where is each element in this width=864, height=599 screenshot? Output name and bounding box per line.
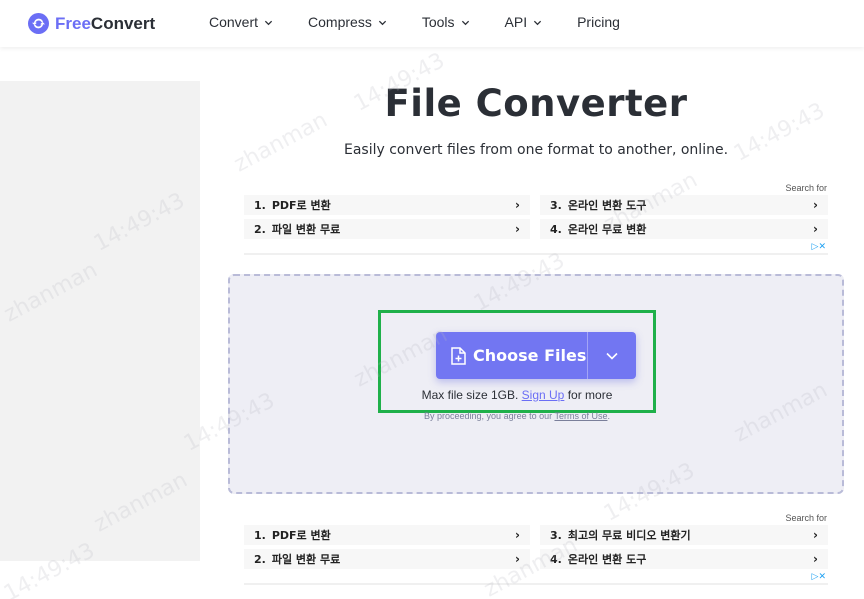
nav-convert-label: Convert [209, 14, 259, 30]
ad-link-num: 2. [254, 222, 266, 236]
ad-link[interactable]: 1. PDF로 변환 › [244, 195, 530, 216]
adchoices-icon[interactable]: ▷✕ [812, 242, 826, 252]
search-ad-top: Search for 1. PDF로 변환 › 2. 파일 변환 무료 › 3. 온라인 … [244, 183, 828, 257]
chevron-down-icon [264, 20, 273, 25]
chevron-right-icon: › [515, 198, 520, 212]
ad-link-num: 2. [254, 552, 266, 566]
max-size-suffix: for more [567, 388, 613, 402]
page-title: File Converter [384, 82, 688, 125]
logo-free: Free [55, 13, 91, 33]
ad-link-num: 3. [550, 528, 562, 542]
ad-divider [244, 253, 828, 255]
logo-icon [28, 13, 49, 34]
chevron-down-icon [606, 352, 618, 360]
ad-link[interactable]: 4. 온라인 변환 도구 › [540, 549, 828, 570]
nav-tools-label: Tools [421, 14, 455, 30]
ad-link-num: 1. [254, 528, 266, 542]
ad-link[interactable]: 3. 최고의 무료 비디오 변환기 › [540, 525, 828, 546]
ad-link-num: 1. [254, 198, 266, 212]
terms-suffix: . [607, 411, 610, 421]
ad-link-label: 온라인 변환 도구 [567, 553, 647, 566]
chevron-right-icon: › [515, 528, 520, 542]
sign-up-link[interactable]: Sign Up [522, 388, 565, 402]
chevron-right-icon: › [515, 552, 520, 566]
ad-link-label: 최고의 무료 비디오 변환기 [567, 529, 691, 542]
ad-link-label: 온라인 변환 도구 [567, 199, 647, 212]
ad-link[interactable]: 1. PDF로 변환 › [244, 525, 530, 546]
nav-api[interactable]: API [505, 14, 543, 30]
nav-convert[interactable]: Convert [209, 14, 273, 30]
ad-link-num: 4. [550, 552, 562, 566]
chevron-right-icon: › [813, 198, 818, 212]
chevron-down-icon [461, 20, 469, 25]
nav-tools[interactable]: Tools [422, 14, 470, 30]
chevron-right-icon: › [813, 222, 818, 236]
site-header: FreeConvert Convert Compress Tools API P… [0, 0, 864, 47]
choose-files-button[interactable]: Choose Files [436, 332, 588, 379]
search-for-label: Search for [785, 183, 827, 193]
terms-of-use-link[interactable]: Terms of Use [554, 411, 607, 421]
search-ad-bottom: Search for 1. PDF로 변환 › 2. 파일 변환 무료 › 3. 최고의 … [244, 513, 828, 587]
ad-link-num: 4. [550, 222, 562, 236]
choose-files-label: Choose Files [473, 346, 587, 365]
adchoices-icon[interactable]: ▷✕ [812, 572, 826, 582]
ad-link[interactable]: 3. 온라인 변환 도구 › [540, 195, 828, 216]
refresh-icon [32, 18, 45, 29]
nav-pricing-label: Pricing [577, 14, 620, 30]
nav-api-label: API [504, 14, 528, 30]
max-size-text: Max file size 1GB. [421, 388, 519, 402]
ad-link-label: 온라인 무료 변환 [567, 223, 647, 236]
main-nav: Convert Compress Tools API Pricing [209, 14, 655, 30]
chevron-right-icon: › [813, 528, 818, 542]
logo-text: FreeConvert [55, 14, 155, 34]
chevron-down-icon [533, 20, 542, 25]
ad-link-label: PDF로 변환 [271, 199, 331, 212]
nav-compress-label: Compress [308, 14, 372, 30]
file-add-icon [451, 346, 466, 365]
logo-convert: Convert [90, 13, 156, 33]
left-ad-panel [0, 81, 200, 561]
nav-pricing[interactable]: Pricing [577, 14, 620, 30]
search-for-label: Search for [785, 513, 827, 523]
terms-prefix: By proceeding, you agree to our [424, 411, 553, 421]
ad-divider [244, 583, 828, 585]
choose-source-dropdown[interactable] [588, 332, 636, 379]
chevron-down-icon [378, 20, 386, 25]
ad-link[interactable]: 2. 파일 변환 무료 › [244, 219, 530, 240]
choose-files-button-group: Choose Files [436, 332, 636, 379]
ad-link[interactable]: 2. 파일 변환 무료 › [244, 549, 530, 570]
nav-compress[interactable]: Compress [308, 14, 387, 30]
page-subtitle: Easily convert files from one format to … [343, 142, 729, 158]
chevron-right-icon: › [515, 222, 520, 236]
chevron-right-icon: › [813, 552, 818, 566]
terms-note: By proceeding, you agree to our Terms of… [380, 411, 654, 421]
ad-link[interactable]: 4. 온라인 무료 변환 › [540, 219, 828, 240]
freeconvert-logo[interactable]: FreeConvert [28, 13, 155, 34]
max-file-size-note: Max file size 1GB. Sign Up for more [380, 388, 654, 402]
ad-link-label: 파일 변환 무료 [271, 223, 341, 236]
ad-link-num: 3. [550, 198, 562, 212]
ad-link-label: PDF로 변환 [271, 529, 331, 542]
ad-link-label: 파일 변환 무료 [271, 553, 341, 566]
